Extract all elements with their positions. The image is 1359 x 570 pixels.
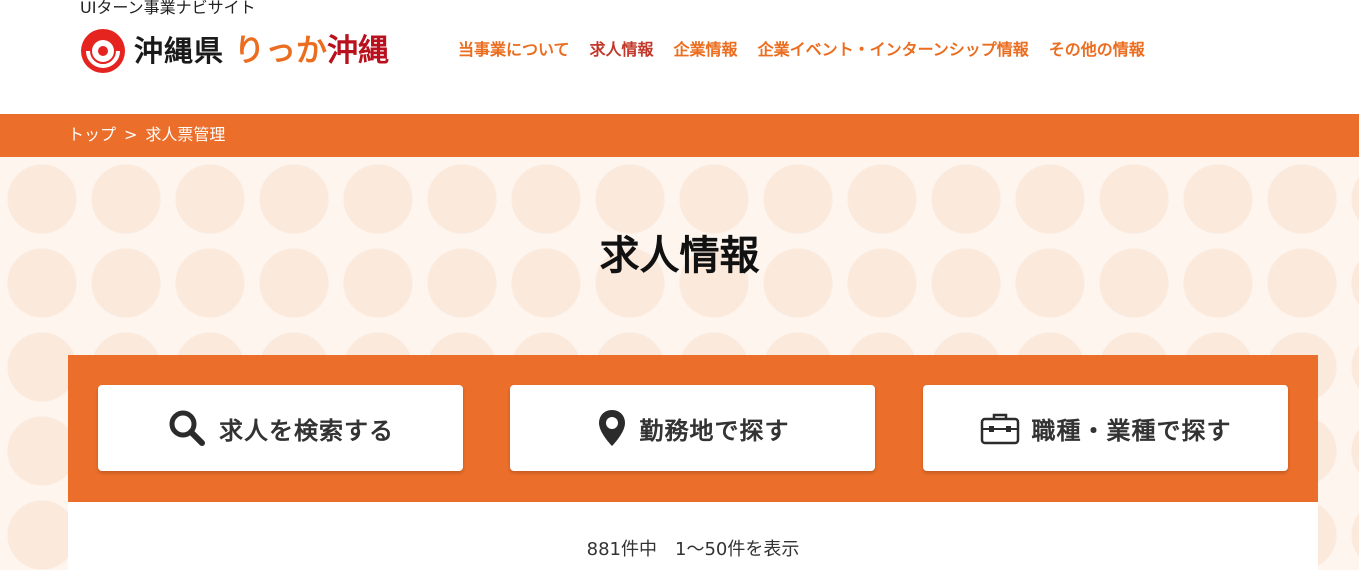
results-area: 881件中 1〜50件を表示 <box>68 502 1318 570</box>
search-icon <box>169 410 205 446</box>
search-panel: 求人を検索する 勤務地で探す 職種・業種で探す <box>68 355 1318 502</box>
search-location-label: 勤務地で探す <box>639 416 790 445</box>
logo-brand-b: 沖縄 <box>327 33 390 69</box>
map-pin-icon <box>598 410 625 446</box>
breadcrumb-bar: トップ > 求人票管理 <box>0 114 1359 157</box>
breadcrumb-separator: > <box>124 125 138 144</box>
nav-jobs[interactable]: 求人情報 <box>590 39 654 61</box>
logo-text: 沖縄県 <box>134 34 225 68</box>
nav-companies[interactable]: 企業情報 <box>674 39 738 61</box>
search-category-button[interactable]: 職種・業種で探す <box>923 385 1288 471</box>
main-nav: 当事業について 求人情報 企業情報 企業イベント・インターンシップ情報 その他の… <box>458 39 1145 61</box>
breadcrumb-current: 求人票管理 <box>145 125 226 144</box>
nav-about[interactable]: 当事業について <box>458 39 570 61</box>
page-title: 求人情報 <box>599 233 760 279</box>
logo-brand: りっか沖縄 <box>234 28 389 74</box>
logo-mark-icon <box>81 29 125 73</box>
site-tagline: UIターン事業ナビサイト <box>80 0 256 17</box>
result-count: 881件中 1〜50件を表示 <box>586 539 800 560</box>
site-logo[interactable]: 沖縄県 りっか沖縄 <box>80 28 389 74</box>
search-category-label: 職種・業種で探す <box>1031 416 1232 445</box>
search-location-button[interactable]: 勤務地で探す <box>510 385 875 471</box>
breadcrumb: トップ > 求人票管理 <box>68 124 225 146</box>
search-jobs-button[interactable]: 求人を検索する <box>98 385 463 471</box>
logo-brand-a: りっか <box>234 33 328 69</box>
breadcrumb-home[interactable]: トップ <box>68 124 116 146</box>
nav-other[interactable]: その他の情報 <box>1049 39 1145 61</box>
site-header: UIターン事業ナビサイト 沖縄県 りっか沖縄 当事業について 求人情報 企業情報… <box>0 0 1359 114</box>
briefcase-icon <box>980 413 1019 445</box>
nav-events[interactable]: 企業イベント・インターンシップ情報 <box>758 39 1029 61</box>
search-jobs-label: 求人を検索する <box>219 416 394 445</box>
